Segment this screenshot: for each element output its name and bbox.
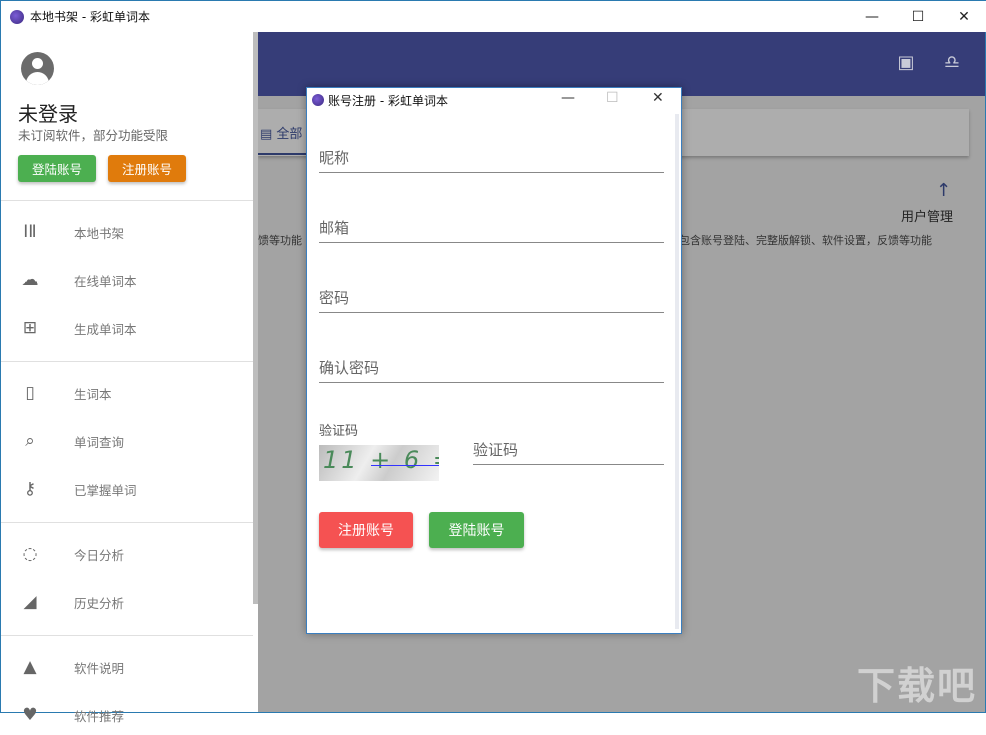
key-icon: ⚷ <box>23 479 37 499</box>
dialog-scrollbar[interactable] <box>675 114 679 629</box>
close-button[interactable]: ✕ <box>941 1 986 32</box>
cloud-icon: ☁ <box>21 270 39 290</box>
password-placeholder: 密码 <box>319 289 350 307</box>
minimize-button[interactable]: — <box>849 1 895 32</box>
item-label: 软件推荐 <box>74 708 125 724</box>
bell-icon[interactable]: ♎ <box>940 52 964 76</box>
sidebar-item-generate[interactable]: ⊞ 生成单词本 <box>1 308 253 348</box>
register-button[interactable]: 注册账号 <box>319 512 413 548</box>
sidebar-item-recommend[interactable]: ♥ 软件推荐 <box>1 695 253 735</box>
email-input[interactable]: 邮箱 <box>319 215 664 243</box>
sidebar-item-online[interactable]: ☁ 在线单词本 <box>1 260 253 300</box>
confirm-placeholder: 确认密码 <box>319 359 380 377</box>
user-status: 未订阅软件，部分功能受限 <box>18 128 169 143</box>
book-search-icon[interactable]: ▣ <box>894 52 918 76</box>
item-label: 历史分析 <box>74 595 125 611</box>
avatar-icon <box>21 52 54 85</box>
item-label: 生成单词本 <box>74 321 137 337</box>
dialog-title: 账号注册 - 彩虹单词本 <box>328 93 448 108</box>
sidebar-item-mastered[interactable]: ⚷ 已掌握单词 <box>1 469 253 509</box>
desc-left: 馈等功能 <box>258 234 302 247</box>
sidebar-item-vocab[interactable]: ▯ 生词本 <box>1 373 253 413</box>
tab-all[interactable]: ▤ 全部 <box>260 123 302 142</box>
watermark: 下载吧 <box>856 664 977 708</box>
dialog-close-button[interactable]: ✕ <box>652 90 664 106</box>
nickname-placeholder: 昵称 <box>319 149 350 167</box>
sidebar-item-today[interactable]: ◌ 今日分析 <box>1 534 253 574</box>
sidebar-item-local-shelf[interactable]: ⅠⅡ 本地书架 <box>1 212 253 252</box>
search-doc-icon: ⌕ <box>25 431 35 451</box>
item-label: 在线单词本 <box>74 273 137 289</box>
dialog-maximize-button[interactable]: ☐ <box>606 90 619 106</box>
divider <box>1 200 253 201</box>
sidebar-item-lookup[interactable]: ⌕ 单词查询 <box>1 421 253 461</box>
item-label: 软件说明 <box>74 660 125 676</box>
password-input[interactable]: 密码 <box>319 285 664 313</box>
captcha-input[interactable]: 验证码 <box>473 437 664 465</box>
item-label: 今日分析 <box>74 547 125 563</box>
window-title: 本地书架 - 彩虹单词本 <box>30 10 150 24</box>
captcha-image[interactable]: 11 + 6 = <box>319 445 439 481</box>
sidebar-scrollbar[interactable] <box>253 32 258 604</box>
sidebar-register-button[interactable]: 注册账号 <box>108 155 186 182</box>
divider <box>1 361 253 362</box>
library-icon: ⅠⅡ <box>23 222 37 242</box>
maximize-button[interactable]: ☐ <box>895 1 941 32</box>
user-mgmt-title[interactable]: 用户管理 <box>901 206 953 225</box>
captcha-text: 11 + 6 = <box>323 446 439 474</box>
tab-all-label: 全部 <box>276 127 303 142</box>
app-logo-icon <box>312 94 324 106</box>
divider <box>1 635 253 636</box>
register-dialog: 账号注册 - 彩虹单词本 — ☐ ✕ 昵称 邮箱 密码 确认密码 验证码 11 … <box>306 87 682 634</box>
sidebar-item-about[interactable]: ▲ 软件说明 <box>1 647 253 687</box>
user-name: 未登录 <box>18 102 78 126</box>
captcha-placeholder: 验证码 <box>473 441 519 459</box>
nickname-input[interactable]: 昵称 <box>319 145 664 173</box>
email-placeholder: 邮箱 <box>319 219 350 237</box>
divider <box>1 522 253 523</box>
confirm-password-input[interactable]: 确认密码 <box>319 355 664 383</box>
app-logo-icon <box>10 9 24 24</box>
item-label: 单词查询 <box>74 434 125 450</box>
add-bookmark-icon: ⊞ <box>22 318 38 338</box>
dialog-titlebar: 账号注册 - 彩虹单词本 — ☐ ✕ <box>307 88 681 112</box>
book-icon: ▯ <box>25 383 35 403</box>
sidebar: 未登录 未订阅软件，部分功能受限 登陆账号 注册账号 ⅠⅡ 本地书架 ☁ 在线单词本… <box>1 32 253 725</box>
area-chart-icon: ◢ <box>23 592 37 612</box>
window-titlebar: 本地书架 - 彩虹单词本 — ☐ ✕ <box>1 1 986 32</box>
mountain-icon: ▲ <box>23 657 37 677</box>
dialog-minimize-button[interactable]: — <box>561 90 575 106</box>
sidebar-item-history[interactable]: ◢ 历史分析 <box>1 582 253 622</box>
arrow-up-icon: ↑ <box>936 180 952 201</box>
heart-icon: ♥ <box>22 705 38 725</box>
donut-icon: ◌ <box>22 544 38 564</box>
item-label: 本地书架 <box>74 225 125 241</box>
item-label: 生词本 <box>74 386 112 402</box>
sidebar-login-button[interactable]: 登陆账号 <box>18 155 96 182</box>
login-button[interactable]: 登陆账号 <box>429 512 524 548</box>
tab-indicator <box>258 153 308 155</box>
captcha-label: 验证码 <box>319 424 359 439</box>
item-label: 已掌握单词 <box>74 482 137 498</box>
desc-right: 包含账号登陆、完整版解锁、软件设置，反馈等功能 <box>679 234 932 247</box>
